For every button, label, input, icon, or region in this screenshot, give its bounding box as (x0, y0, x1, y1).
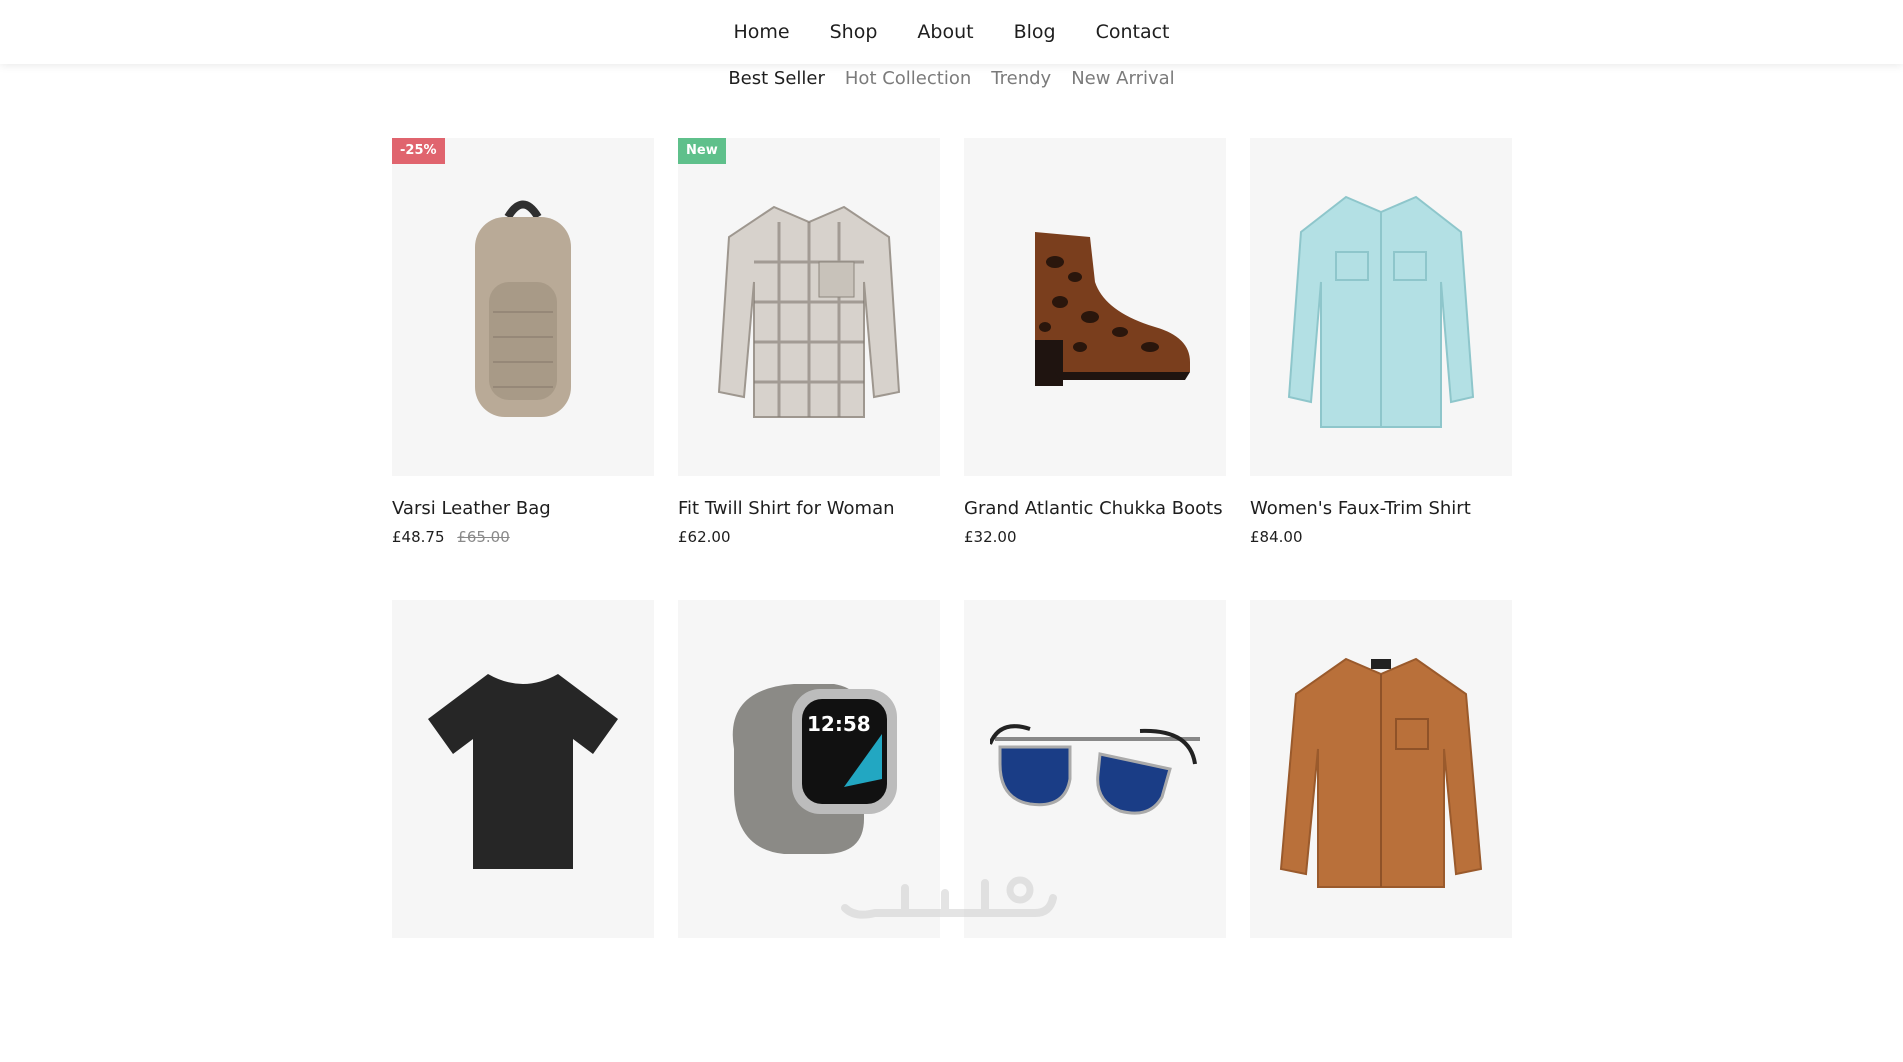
header: Home Shop About Blog Contact (0, 0, 1903, 64)
sale-badge: -25% (392, 138, 445, 164)
product-image[interactable] (392, 600, 654, 938)
product-image[interactable]: -25% (392, 138, 654, 476)
product-title[interactable]: Grand Atlantic Chukka Boots (964, 498, 1226, 524)
watch-time: 12:58 (807, 712, 871, 736)
product-card[interactable] (964, 600, 1226, 1062)
product-tabs: Best Seller Hot Collection Trendy New Ar… (0, 60, 1903, 96)
product-title[interactable]: Women's Faux-Trim Shirt (1250, 498, 1512, 524)
product-price: £62.00 (678, 528, 940, 546)
brown-shirt-icon (1279, 657, 1483, 888)
smartwatch-icon: 12:58 (732, 684, 897, 854)
nav-about[interactable]: About (917, 21, 973, 43)
nav-blog[interactable]: Blog (1014, 21, 1056, 43)
product-card[interactable]: -25% Varsi Leather Bag £48.75 £65.00 (392, 138, 654, 600)
nav-contact[interactable]: Contact (1096, 21, 1170, 43)
product-image[interactable]: New (678, 138, 940, 476)
product-card[interactable]: 12:58 (678, 600, 940, 1062)
product-card[interactable]: Grand Atlantic Chukka Boots £32.00 (964, 138, 1226, 600)
site-logo-watermark (841, 876, 1057, 919)
product-title[interactable]: Fit Twill Shirt for Woman (678, 498, 940, 524)
current-price: £62.00 (678, 528, 731, 546)
product-image[interactable] (1250, 600, 1512, 938)
blue-shirt-icon (1287, 195, 1475, 428)
product-card[interactable]: New Fit Twill Shirt for Woman £62.00 (678, 138, 940, 600)
tab-new-arrival[interactable]: New Arrival (1071, 68, 1174, 89)
nav-home[interactable]: Home (733, 21, 789, 43)
product-price: £84.00 (1250, 528, 1512, 546)
product-price: £48.75 £65.00 (392, 528, 654, 546)
product-card[interactable]: Women's Faux-Trim Shirt £84.00 (1250, 138, 1512, 600)
product-price: £32.00 (964, 528, 1226, 546)
backpack-icon (475, 200, 571, 417)
current-price: £48.75 (392, 528, 445, 546)
current-price: £32.00 (964, 528, 1017, 546)
tab-hot-collection[interactable]: Hot Collection (845, 68, 971, 89)
current-price: £84.00 (1250, 528, 1303, 546)
product-title[interactable]: Varsi Leather Bag (392, 498, 654, 524)
tab-trendy[interactable]: Trendy (991, 68, 1051, 89)
sunglasses-icon (990, 724, 1200, 815)
new-badge: New (678, 138, 726, 164)
boot-icon (1035, 232, 1190, 386)
product-image[interactable] (1250, 138, 1512, 476)
plaid-shirt-icon (717, 205, 901, 418)
main-nav: Home Shop About Blog Contact (0, 0, 1903, 64)
tab-best-seller[interactable]: Best Seller (728, 68, 825, 89)
product-card[interactable] (392, 600, 654, 1062)
nav-shop[interactable]: Shop (830, 21, 878, 43)
product-image[interactable] (964, 138, 1226, 476)
tshirt-icon (428, 674, 618, 869)
old-price: £65.00 (457, 528, 510, 546)
product-card[interactable] (1250, 600, 1512, 1062)
